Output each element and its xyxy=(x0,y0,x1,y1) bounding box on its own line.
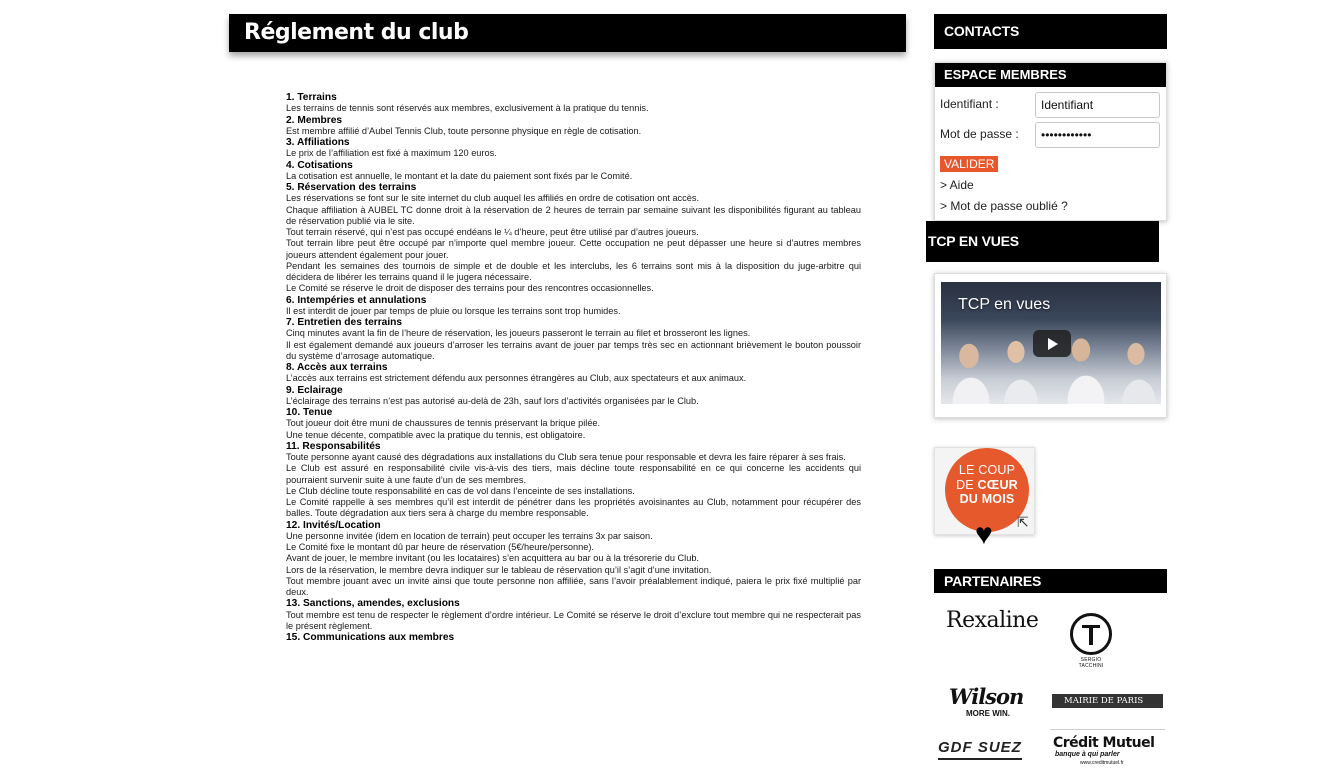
rule-paragraph: Le Club est assuré en responsabilité civ… xyxy=(286,463,861,485)
rule-heading: 1. Terrains xyxy=(286,92,337,103)
login-label: Identifiant : xyxy=(940,97,999,111)
rule-heading: 2. Membres xyxy=(286,114,343,126)
rule-paragraph: Les terrains de tennis sont réservés aux… xyxy=(286,103,649,114)
rule-paragraph: Chaque affiliation à AUBEL TC donne droi… xyxy=(286,204,861,226)
tacchini-label: SERGIO TACCHINI xyxy=(1078,657,1104,669)
rule-paragraph: Le Comité rappelle à ses membres qu’il e… xyxy=(286,497,861,519)
rule-paragraph: Pendant les semaines des tournois de sim… xyxy=(286,260,861,282)
rule-paragraph: L’accès aux terrains est strictement déf… xyxy=(286,373,747,384)
coup-line-2a: DE xyxy=(956,477,978,492)
page-title: Réglement du club xyxy=(244,20,469,45)
video-player[interactable]: TCP en vues xyxy=(941,282,1161,404)
rule-paragraph: Il est interdit de jouer par temps de pl… xyxy=(286,305,621,316)
rule-heading: 6. Intempéries et annulations xyxy=(286,294,427,306)
mairie-de-paris-logo[interactable]: MAIRIE DE PARIS xyxy=(1052,694,1163,708)
rexaline-logo[interactable]: Rexaline xyxy=(946,608,1039,633)
rule-paragraph: La cotisation est annuelle, le montant e… xyxy=(286,170,633,181)
rule-paragraph: Tout membre jouant avec un invité ainsi … xyxy=(286,575,861,597)
coup-de-coeur-banner[interactable]: LE COUP DE CŒUR DU MOIS ♥ ⇱ xyxy=(934,447,1035,550)
partners-heading: PARTENAIRES xyxy=(944,573,1042,589)
partner-divider xyxy=(1050,729,1165,730)
rule-paragraph: Avant de jouer, le membre invitant (ou l… xyxy=(286,553,699,564)
rule-heading: 3. Affiliations xyxy=(286,137,350,148)
members-heading: ESPACE MEMBRES xyxy=(944,67,1067,82)
rule-paragraph: Est membre affilié d’Aubel Tennis Club, … xyxy=(286,125,642,136)
gdf-suez-logo[interactable]: GDF SUEZ xyxy=(938,739,1022,760)
rule-paragraph: Cinq minutes avant la fin de l’heure de … xyxy=(286,328,751,339)
tacchini-emblem-icon xyxy=(1070,613,1112,655)
rule-paragraph: Les réservations se font sur le site int… xyxy=(286,193,699,204)
rule-heading: 4. Cotisations xyxy=(286,159,353,171)
credit-mutuel-url: www.creditmutuel.fr xyxy=(1080,760,1124,766)
rule-paragraph: Tout membre est tenu de respecter le règ… xyxy=(286,609,861,631)
rule-heading: 12. Invités/Location xyxy=(286,519,381,531)
rule-paragraph: L’éclairage des terrains n’est pas autor… xyxy=(286,395,699,406)
rule-heading: 5. Réservation des terrains xyxy=(286,182,417,193)
wilson-logo[interactable]: Wilson xyxy=(949,684,1024,709)
coup-line-2b: CŒUR xyxy=(977,477,1018,492)
wilson-tagline: MORE WIN. xyxy=(966,709,1010,718)
rule-paragraph: Tout terrain libre peut être occupé par … xyxy=(286,238,861,260)
video-title: TCP en vues xyxy=(958,296,1051,313)
page-title-bar: Réglement du club xyxy=(229,14,906,52)
rule-paragraph: Une personne invitée (idem en location d… xyxy=(286,530,653,541)
rule-paragraph: Le Comité fixe le montant dû par heure d… xyxy=(286,542,594,552)
submit-button[interactable]: VALIDER xyxy=(940,156,999,172)
contacts-button[interactable]: CONTACTS xyxy=(934,14,1167,49)
help-link[interactable]: > Aide xyxy=(940,178,974,192)
tcp-heading-bar: TCP EN VUES xyxy=(926,221,1159,262)
rule-heading: 7. Entretien des terrains xyxy=(286,317,403,328)
login-input[interactable] xyxy=(1035,92,1160,118)
credit-mutuel-logo[interactable]: Crédit Mutuel xyxy=(1053,735,1155,751)
password-label: Mot de passe : xyxy=(940,127,1019,141)
rule-paragraph: Le Club décline toute responsabilité en … xyxy=(286,485,635,496)
rule-paragraph: Lors de la réservation, le membre devra … xyxy=(286,564,712,575)
rule-paragraph: Toute personne ayant causé des dégradati… xyxy=(286,452,846,462)
heart-icon: ♥ xyxy=(975,518,993,551)
rule-paragraph: Le prix de l’affiliation est fixé à maxi… xyxy=(286,148,497,159)
forgot-password-link[interactable]: > Mot de passe oublié ? xyxy=(940,199,1068,213)
rule-paragraph: Une tenue décente, compatible avec la pr… xyxy=(286,429,586,440)
coup-line-1: LE COUP xyxy=(958,463,1016,477)
sergio-tacchini-logo[interactable]: SERGIO TACCHINI xyxy=(1068,613,1114,669)
rule-paragraph: Tout terrain réservé, qui n’est pas occu… xyxy=(286,227,699,237)
credit-mutuel-tagline: banque à qui parler xyxy=(1055,751,1120,758)
play-icon[interactable] xyxy=(1033,330,1071,357)
contacts-label: CONTACTS xyxy=(944,23,1020,39)
rule-paragraph: Tout joueur doit être muni de chaussures… xyxy=(286,418,601,429)
members-login-box: ESPACE MEMBRES Identifiant : Mot de pass… xyxy=(934,62,1167,221)
password-input[interactable] xyxy=(1035,122,1160,148)
rule-heading: 13. Sanctions, amendes, exclusions xyxy=(286,598,460,610)
partners-heading-bar: PARTENAIRES xyxy=(934,569,1167,593)
rule-heading: 10. Tenue xyxy=(286,407,333,418)
rule-heading: 11. Responsabilités xyxy=(286,440,381,452)
rule-paragraph: Le Comité se réserve le droit de dispose… xyxy=(286,283,654,294)
rule-heading: 8. Accès aux terrains xyxy=(286,362,388,373)
rule-heading: 9. Eclairage xyxy=(286,384,343,396)
coup-line-3: DU MOIS xyxy=(959,492,1015,506)
rule-heading: 15. Communications aux membres xyxy=(286,632,455,643)
video-box: TCP en vues xyxy=(934,273,1167,418)
coup-line-2: DE CŒUR xyxy=(945,478,1029,493)
members-heading-bar: ESPACE MEMBRES xyxy=(935,63,1166,87)
cursor-icon: ⇱ xyxy=(1017,514,1029,530)
rule-paragraph: Il est également demandé aux joueurs d’a… xyxy=(286,339,861,361)
tcp-heading: TCP EN VUES xyxy=(928,233,1019,249)
rules-document: 1. Terrains Les terrains de tennis sont r… xyxy=(286,92,861,651)
